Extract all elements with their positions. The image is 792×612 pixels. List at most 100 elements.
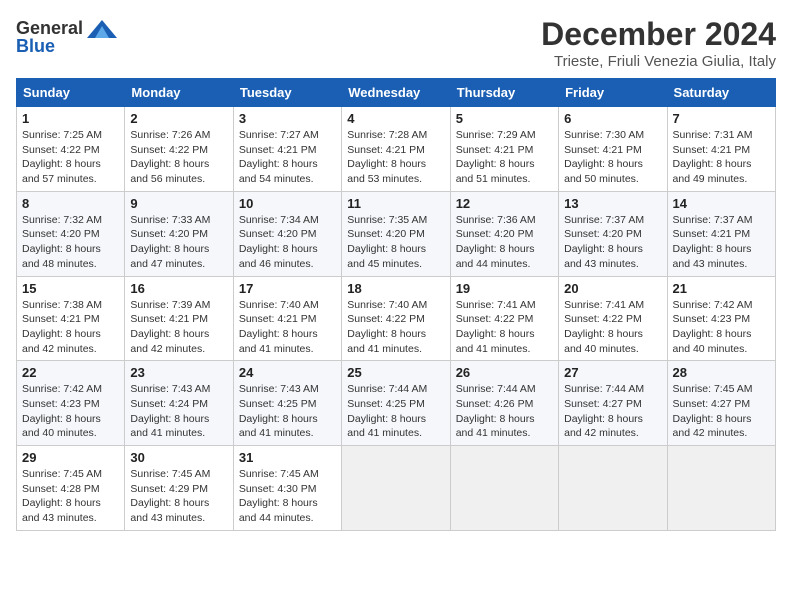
calendar-header-row: SundayMondayTuesdayWednesdayThursdayFrid… <box>17 79 776 107</box>
day-info: Sunrise: 7:43 AMSunset: 4:24 PMDaylight:… <box>130 382 227 441</box>
day-number: 9 <box>130 196 227 211</box>
day-info: Sunrise: 7:42 AMSunset: 4:23 PMDaylight:… <box>673 298 770 357</box>
header-sunday: Sunday <box>17 79 125 107</box>
day-info: Sunrise: 7:40 AMSunset: 4:22 PMDaylight:… <box>347 298 444 357</box>
day-number: 17 <box>239 281 336 296</box>
day-number: 12 <box>456 196 553 211</box>
logo: General Blue <box>16 16 119 57</box>
day-info: Sunrise: 7:43 AMSunset: 4:25 PMDaylight:… <box>239 382 336 441</box>
day-number: 19 <box>456 281 553 296</box>
calendar-cell: 10 Sunrise: 7:34 AMSunset: 4:20 PMDayligh… <box>233 191 341 276</box>
day-info: Sunrise: 7:31 AMSunset: 4:21 PMDaylight:… <box>673 128 770 187</box>
calendar-cell: 20Sunrise: 7:41 AMSunset: 4:22 PMDayligh… <box>559 276 667 361</box>
calendar-cell: 4Sunrise: 7:28 AMSunset: 4:21 PMDaylight… <box>342 107 450 192</box>
calendar-cell: 6Sunrise: 7:30 AMSunset: 4:21 PMDaylight… <box>559 107 667 192</box>
day-info: Sunrise: 7:44 AMSunset: 4:26 PMDaylight:… <box>456 382 553 441</box>
day-number: 23 <box>130 365 227 380</box>
calendar-cell: 23 Sunrise: 7:43 AMSunset: 4:24 PMDayligh… <box>125 361 233 446</box>
calendar-cell <box>342 446 450 531</box>
calendar-cell: 14 Sunrise: 7:37 AMSunset: 4:21 PMDayligh… <box>667 191 775 276</box>
calendar-week-row: 29Sunrise: 7:45 AMSunset: 4:28 PMDayligh… <box>17 446 776 531</box>
day-info: Sunrise: 7:40 AMSunset: 4:21 PMDaylight:… <box>239 298 336 357</box>
calendar-cell: 25 Sunrise: 7:44 AMSunset: 4:25 PMDayligh… <box>342 361 450 446</box>
calendar-cell: 30 Sunrise: 7:45 AMSunset: 4:29 PMDayligh… <box>125 446 233 531</box>
calendar-cell: 19 Sunrise: 7:41 AMSunset: 4:22 PMDayligh… <box>450 276 558 361</box>
calendar-cell: 17 Sunrise: 7:40 AMSunset: 4:21 PMDayligh… <box>233 276 341 361</box>
logo-blue-text: Blue <box>16 36 55 57</box>
calendar-cell: 2Sunrise: 7:26 AMSunset: 4:22 PMDaylight… <box>125 107 233 192</box>
header-thursday: Thursday <box>450 79 558 107</box>
day-info: Sunrise: 7:39 AMSunset: 4:21 PMDaylight:… <box>130 298 227 357</box>
title-block: December 2024 Trieste, Friuli Venezia Gi… <box>541 16 776 70</box>
day-number: 18 <box>347 281 444 296</box>
location: Trieste, Friuli Venezia Giulia, Italy <box>541 53 776 70</box>
day-number: 1 <box>22 111 119 126</box>
day-number: 4 <box>347 111 444 126</box>
day-number: 15 <box>22 281 119 296</box>
header-wednesday: Wednesday <box>342 79 450 107</box>
day-info: Sunrise: 7:44 AMSunset: 4:25 PMDaylight:… <box>347 382 444 441</box>
day-number: 22 <box>22 365 119 380</box>
header-tuesday: Tuesday <box>233 79 341 107</box>
day-info: Sunrise: 7:32 AMSunset: 4:20 PMDaylight:… <box>22 213 119 272</box>
day-info: Sunrise: 7:36 AMSunset: 4:20 PMDaylight:… <box>456 213 553 272</box>
calendar-table: SundayMondayTuesdayWednesdayThursdayFrid… <box>16 78 776 531</box>
calendar-cell: 9 Sunrise: 7:33 AMSunset: 4:20 PMDaylight… <box>125 191 233 276</box>
day-info: Sunrise: 7:41 AMSunset: 4:22 PMDaylight:… <box>456 298 553 357</box>
day-number: 20 <box>564 281 661 296</box>
calendar-cell: 15 Sunrise: 7:38 AMSunset: 4:21 PMDayligh… <box>17 276 125 361</box>
calendar-week-row: 15 Sunrise: 7:38 AMSunset: 4:21 PMDayligh… <box>17 276 776 361</box>
day-info: Sunrise: 7:45 AMSunset: 4:27 PMDaylight:… <box>673 382 770 441</box>
day-number: 7 <box>673 111 770 126</box>
calendar-cell <box>559 446 667 531</box>
day-info: Sunrise: 7:27 AMSunset: 4:21 PMDaylight:… <box>239 128 336 187</box>
day-info: Sunrise: 7:45 AMSunset: 4:30 PMDaylight:… <box>239 467 336 526</box>
day-number: 24 <box>239 365 336 380</box>
day-info: Sunrise: 7:38 AMSunset: 4:21 PMDaylight:… <box>22 298 119 357</box>
calendar-cell: 8Sunrise: 7:32 AMSunset: 4:20 PMDaylight… <box>17 191 125 276</box>
calendar-week-row: 1Sunrise: 7:25 AMSunset: 4:22 PMDaylight… <box>17 107 776 192</box>
day-number: 11 <box>347 196 444 211</box>
day-info: Sunrise: 7:35 AMSunset: 4:20 PMDaylight:… <box>347 213 444 272</box>
calendar-cell: 27Sunrise: 7:44 AMSunset: 4:27 PMDayligh… <box>559 361 667 446</box>
calendar-cell: 26 Sunrise: 7:44 AMSunset: 4:26 PMDayligh… <box>450 361 558 446</box>
header-monday: Monday <box>125 79 233 107</box>
day-info: Sunrise: 7:37 AMSunset: 4:21 PMDaylight:… <box>673 213 770 272</box>
calendar-cell <box>450 446 558 531</box>
day-info: Sunrise: 7:37 AMSunset: 4:20 PMDaylight:… <box>564 213 661 272</box>
day-info: Sunrise: 7:45 AMSunset: 4:28 PMDaylight:… <box>22 467 119 526</box>
calendar-cell: 21Sunrise: 7:42 AMSunset: 4:23 PMDayligh… <box>667 276 775 361</box>
day-info: Sunrise: 7:26 AMSunset: 4:22 PMDaylight:… <box>130 128 227 187</box>
day-number: 13 <box>564 196 661 211</box>
calendar-cell: 13 Sunrise: 7:37 AMSunset: 4:20 PMDayligh… <box>559 191 667 276</box>
calendar-cell: 18 Sunrise: 7:40 AMSunset: 4:22 PMDayligh… <box>342 276 450 361</box>
day-number: 3 <box>239 111 336 126</box>
day-number: 30 <box>130 450 227 465</box>
day-info: Sunrise: 7:33 AMSunset: 4:20 PMDaylight:… <box>130 213 227 272</box>
calendar-cell: 29Sunrise: 7:45 AMSunset: 4:28 PMDayligh… <box>17 446 125 531</box>
month-title: December 2024 <box>541 16 776 53</box>
calendar-cell: 3 Sunrise: 7:27 AMSunset: 4:21 PMDaylight… <box>233 107 341 192</box>
calendar-cell: 31Sunrise: 7:45 AMSunset: 4:30 PMDayligh… <box>233 446 341 531</box>
calendar-cell: 5Sunrise: 7:29 AMSunset: 4:21 PMDaylight… <box>450 107 558 192</box>
day-info: Sunrise: 7:30 AMSunset: 4:21 PMDaylight:… <box>564 128 661 187</box>
header-friday: Friday <box>559 79 667 107</box>
day-number: 25 <box>347 365 444 380</box>
logo-icon <box>85 16 119 40</box>
page-header: General Blue December 2024 Trieste, Friu… <box>16 16 776 70</box>
day-number: 28 <box>673 365 770 380</box>
calendar-cell: 12 Sunrise: 7:36 AMSunset: 4:20 PMDayligh… <box>450 191 558 276</box>
calendar-cell: 11 Sunrise: 7:35 AMSunset: 4:20 PMDayligh… <box>342 191 450 276</box>
header-saturday: Saturday <box>667 79 775 107</box>
day-info: Sunrise: 7:34 AMSunset: 4:20 PMDaylight:… <box>239 213 336 272</box>
day-info: Sunrise: 7:45 AMSunset: 4:29 PMDaylight:… <box>130 467 227 526</box>
calendar-cell: 22Sunrise: 7:42 AMSunset: 4:23 PMDayligh… <box>17 361 125 446</box>
day-number: 26 <box>456 365 553 380</box>
calendar-cell: 28 Sunrise: 7:45 AMSunset: 4:27 PMDayligh… <box>667 361 775 446</box>
calendar-cell: 24 Sunrise: 7:43 AMSunset: 4:25 PMDayligh… <box>233 361 341 446</box>
calendar-cell <box>667 446 775 531</box>
day-number: 14 <box>673 196 770 211</box>
day-number: 5 <box>456 111 553 126</box>
day-number: 10 <box>239 196 336 211</box>
calendar-cell: 16Sunrise: 7:39 AMSunset: 4:21 PMDayligh… <box>125 276 233 361</box>
